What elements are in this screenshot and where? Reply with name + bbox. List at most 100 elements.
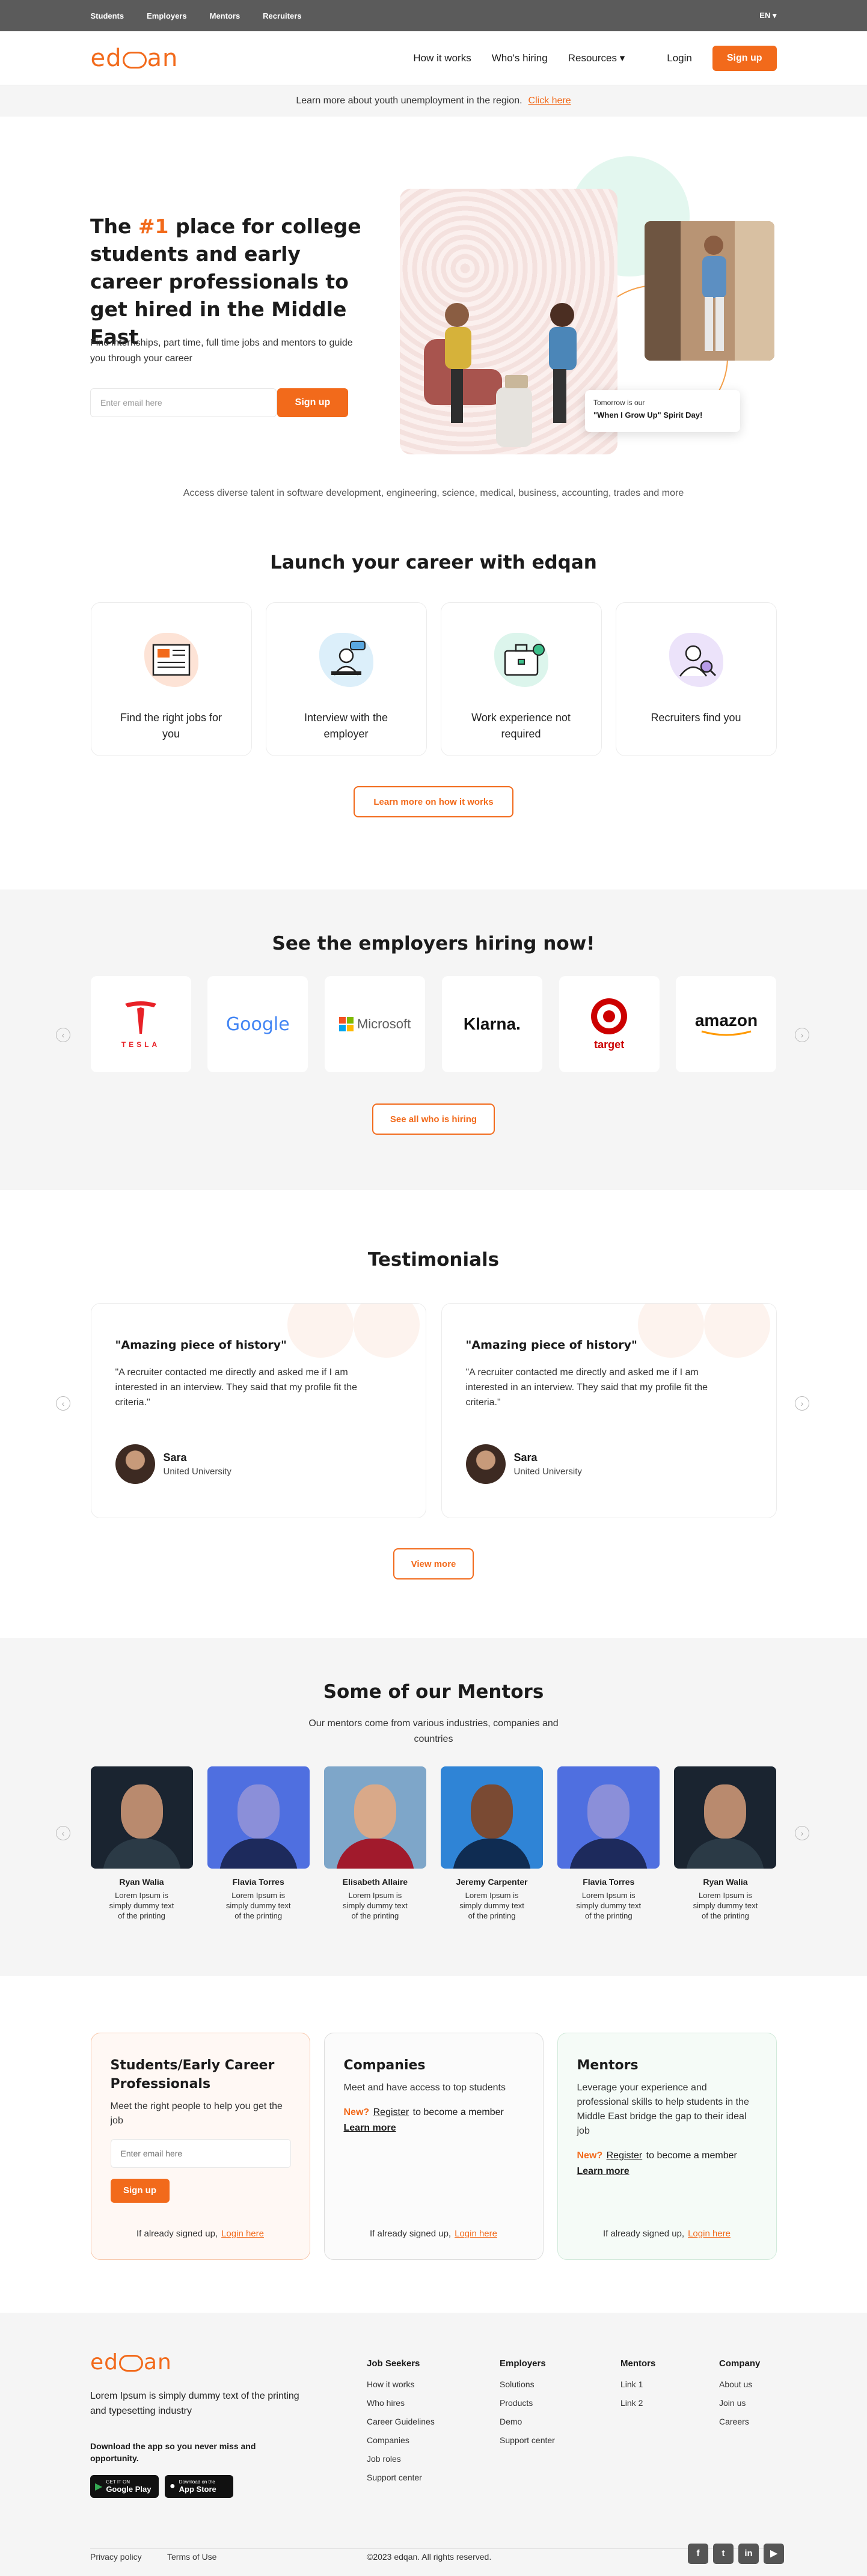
mentor-description: Lorem Ipsum is simply dummy text of the … xyxy=(109,1891,174,1920)
footer-link[interactable]: About us xyxy=(719,2379,760,2389)
mentor-card[interactable]: Flavia Torres Lorem Ipsum is simply dummy… xyxy=(207,1766,310,1921)
employer-logo-amazon[interactable]: amazon xyxy=(676,976,777,1072)
language-selector[interactable]: EN ▾ xyxy=(759,11,776,20)
banner-text: Learn more about youth unemployment in t… xyxy=(296,96,522,106)
footer-col-title: Mentors xyxy=(620,2358,656,2369)
mentor-card[interactable]: Elisabeth Allaire Lorem Ipsum is simply d… xyxy=(323,1766,426,1921)
mentors-next-arrow[interactable]: › xyxy=(795,1826,809,1840)
mentor-photo-body xyxy=(569,1839,648,1869)
footer-download-text: Download the app so you never miss and o… xyxy=(90,2441,256,2463)
footer-col-title: Employers xyxy=(500,2358,546,2369)
mentor-photo-head xyxy=(704,1784,747,1839)
mentor-card[interactable]: Jeremy Carpenter Lorem Ipsum is simply du… xyxy=(441,1766,544,1921)
briefcase-icon xyxy=(504,644,545,676)
facebook-icon[interactable]: f xyxy=(688,2544,708,2564)
feature-card-interview: Interview with the employer xyxy=(265,602,427,756)
google-play-badge[interactable]: ▶ GET IT ON Google Play xyxy=(90,2475,159,2498)
mentors-register-link[interactable]: Register xyxy=(607,2150,643,2161)
companies-register-link[interactable]: Register xyxy=(373,2107,409,2117)
nav-signup-button[interactable]: Sign up xyxy=(712,46,777,71)
mentor-card[interactable]: Ryan Walia Lorem Ipsum is simply dummy te… xyxy=(674,1766,777,1921)
testimonials-next-arrow[interactable]: › xyxy=(795,1396,809,1411)
employer-logo-tesla[interactable]: TESLA xyxy=(90,976,191,1072)
launch-section: Launch your career with edqan Find the r… xyxy=(0,517,867,890)
hero-email-input[interactable] xyxy=(90,388,277,417)
twitter-icon[interactable]: t xyxy=(713,2544,734,2564)
footer-link[interactable]: Companies xyxy=(367,2435,435,2445)
testimonial-headline: "Amazing piece of history" xyxy=(465,1338,637,1352)
footer-link[interactable]: Link 1 xyxy=(620,2379,655,2389)
footer-link[interactable]: Join us xyxy=(719,2398,760,2408)
topbar-link-recruiters[interactable]: Recruiters xyxy=(263,11,301,20)
mentor-photo-head xyxy=(237,1784,280,1839)
testimonials-prev-arrow[interactable]: ‹ xyxy=(56,1396,70,1411)
login-link[interactable]: Login xyxy=(667,52,692,64)
footer-link[interactable]: Who hires xyxy=(367,2398,435,2408)
view-more-button[interactable]: View more xyxy=(393,1548,474,1579)
mentor-card[interactable]: Ryan Walia Lorem Ipsum is simply dummy te… xyxy=(90,1766,193,1921)
linkedin-icon[interactable]: in xyxy=(738,2544,759,2564)
banner-click-here-link[interactable]: Click here xyxy=(528,96,571,106)
students-login-link[interactable]: Login here xyxy=(221,2229,264,2239)
nav-whos-hiring[interactable]: Who's hiring xyxy=(492,52,548,64)
youtube-icon[interactable]: ▶ xyxy=(764,2544,784,2564)
edqan-logo[interactable]: ed an xyxy=(91,44,179,72)
mentor-photo-head xyxy=(471,1784,513,1839)
mentor-photo-head xyxy=(120,1784,163,1839)
employer-logo-google[interactable]: Google xyxy=(207,976,308,1072)
privacy-policy-link[interactable]: Privacy policy xyxy=(90,2552,142,2562)
mentor-photo-body xyxy=(102,1839,181,1869)
employer-logo-microsoft[interactable]: Microsoft xyxy=(325,976,426,1072)
mentor-name: Ryan Walia xyxy=(119,1877,164,1887)
footer-col-title: Company xyxy=(719,2358,761,2369)
mentor-photo-body xyxy=(219,1839,298,1869)
learn-how-it-works-button[interactable]: Learn more on how it works xyxy=(354,786,513,817)
footer-link[interactable]: Support center xyxy=(367,2473,435,2482)
top-bar: Students Employers Mentors Recruiters EN… xyxy=(0,0,867,31)
companies-already-signed-up: If already signed up, Login here xyxy=(370,2229,497,2239)
mentors-card-title: Mentors xyxy=(577,2058,639,2073)
nav-resources-dropdown[interactable]: Resources ▾ xyxy=(568,52,625,64)
mentors-login-link[interactable]: Login here xyxy=(688,2229,731,2239)
launch-title: Launch your career with edqan xyxy=(270,552,597,573)
mentors-prev-arrow[interactable]: ‹ xyxy=(56,1826,70,1840)
mentors-learn-more-link[interactable]: Learn more xyxy=(577,2166,630,2177)
companies-learn-more-link[interactable]: Learn more xyxy=(344,2123,396,2134)
footer-link[interactable]: Link 2 xyxy=(620,2398,655,2408)
terms-of-use-link[interactable]: Terms of Use xyxy=(167,2552,216,2562)
mentor-photo xyxy=(557,1766,660,1869)
topbar-link-students[interactable]: Students xyxy=(91,11,124,20)
recruiter-search-icon xyxy=(679,645,716,677)
avatar xyxy=(465,1444,506,1484)
footer-link[interactable]: Careers xyxy=(719,2417,760,2426)
footer-description: Lorem Ipsum is simply dummy text of the … xyxy=(90,2391,299,2416)
see-all-hiring-button[interactable]: See all who is hiring xyxy=(372,1103,495,1135)
footer-link[interactable]: Demo xyxy=(500,2417,555,2426)
companies-login-link[interactable]: Login here xyxy=(455,2229,497,2239)
mentor-photo-body xyxy=(453,1839,532,1869)
footer-link[interactable]: Career Guidelines xyxy=(367,2417,435,2426)
students-card-title: Students/Early Career Professionals xyxy=(110,2058,275,2092)
students-email-input[interactable] xyxy=(110,2139,291,2168)
footer-edqan-logo[interactable]: ed an xyxy=(90,2350,172,2375)
students-signup-button[interactable]: Sign up xyxy=(110,2179,170,2203)
footer-link[interactable]: How it works xyxy=(367,2379,435,2389)
hero-signup-button[interactable]: Sign up xyxy=(277,388,348,417)
topbar-link-employers[interactable]: Employers xyxy=(147,11,186,20)
footer-link[interactable]: Support center xyxy=(500,2435,555,2445)
nav-how-it-works[interactable]: How it works xyxy=(413,52,471,64)
footer-link[interactable]: Solutions xyxy=(500,2379,555,2389)
app-store-badge[interactable]: ● Download on the App Store xyxy=(165,2475,233,2498)
hero-title: The #1 place for college students and ea… xyxy=(90,215,361,349)
employer-logo-target[interactable]: target xyxy=(559,976,660,1072)
employer-logo-klarna[interactable]: Klarna. xyxy=(441,976,542,1072)
footer-link[interactable]: Products xyxy=(500,2398,555,2408)
footer-link[interactable]: Job roles xyxy=(367,2454,435,2464)
hero-title-highlight: #1 xyxy=(138,215,169,238)
employers-prev-arrow[interactable]: ‹ xyxy=(56,1028,70,1042)
topbar-link-mentors[interactable]: Mentors xyxy=(210,11,240,20)
google-play-icon: ▶ xyxy=(95,2482,103,2492)
employers-next-arrow[interactable]: › xyxy=(795,1028,809,1042)
mentor-card[interactable]: Flavia Torres Lorem Ipsum is simply dummy… xyxy=(557,1766,660,1921)
employers-title: See the employers hiring now! xyxy=(272,933,595,954)
